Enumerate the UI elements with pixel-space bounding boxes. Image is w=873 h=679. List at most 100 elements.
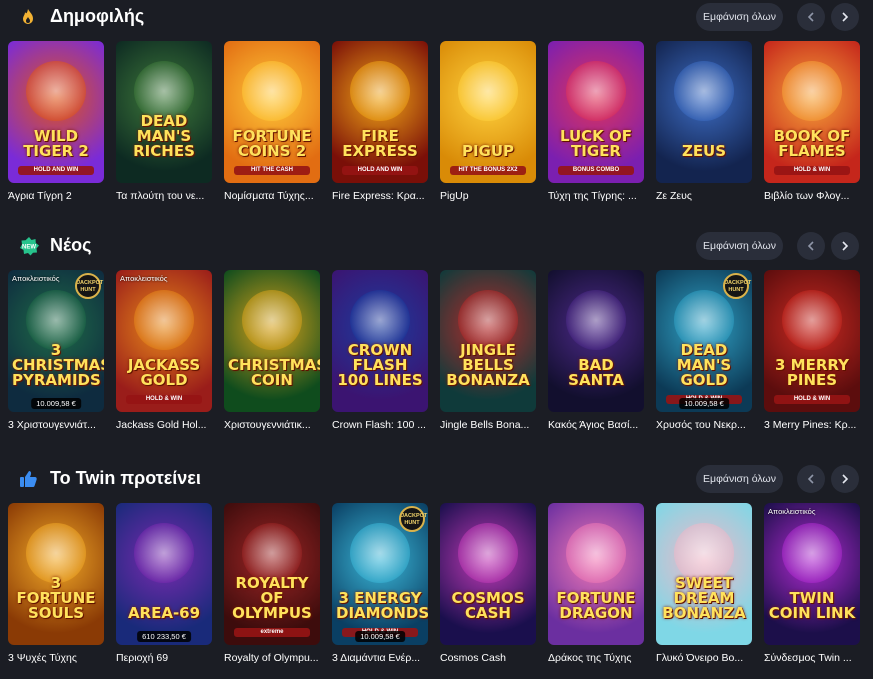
exclusive-badge: Αποκλειστικός — [120, 274, 168, 283]
game-title[interactable]: 3 Merry Pines: Κρ... — [764, 419, 864, 431]
game-card[interactable]: AREA-69 610 233,50 € Περιοχή 69 — [116, 503, 212, 664]
game-logo-tagline: HIT THE CASH — [234, 166, 310, 175]
game-thumbnail[interactable]: BAD SANTA — [548, 270, 644, 412]
game-title[interactable]: Δράκος της Τύχης — [548, 652, 648, 664]
game-card[interactable]: ZEUS Ζε Ζευς — [656, 41, 752, 202]
game-logo: 3 ENERGY DIAMONDS — [336, 589, 428, 622]
game-thumbnail[interactable]: 3 ENERGY DIAMONDSHOLD & WINJACKPOT HUNT1… — [332, 503, 428, 645]
game-card[interactable]: WILD TIGER 2 HOLD AND WIN Άγρια Τίγρη 2 — [8, 41, 104, 202]
game-card[interactable]: FORTUNE COINS 2 HIT THE CASH Νομίσματα Τύχ… — [224, 41, 320, 202]
game-card[interactable]: BAD SANTA Κακός Άγιος Βασί... — [548, 270, 644, 431]
game-thumbnail[interactable]: 3 FORTUNE SOULS — [8, 503, 104, 645]
game-card[interactable]: JACKASS GOLD HOLD & WIN Αποκλειστικός Jacka… — [116, 270, 212, 431]
game-title[interactable]: Νομίσματα Τύχης... — [224, 190, 324, 202]
next-button[interactable] — [831, 465, 859, 493]
game-title[interactable]: Τα πλούτη του νε... — [116, 190, 216, 202]
game-card[interactable]: ROYALTY OF OLYMPUS extreme Royalty of Olym… — [224, 503, 320, 664]
show-all-button[interactable]: Εμφάνιση όλων — [696, 232, 783, 260]
game-logo: SWEET DREAM BONANZA — [662, 574, 746, 622]
jackpot-amount: 10.009,58 € — [679, 398, 729, 409]
game-title[interactable]: Τύχη της Τίγρης: ... — [548, 190, 648, 202]
game-title[interactable]: Κακός Άγιος Βασί... — [548, 419, 648, 431]
games-section: Το Twin προτείνει Εμφάνιση όλων 3 FORTUNE … — [0, 462, 873, 679]
game-logo: PIGUP — [461, 142, 515, 160]
game-card[interactable]: PIGUP HIT THE BONUS 2X2 PigUp — [440, 41, 536, 202]
game-thumbnail[interactable]: 3 CHRISTMAS PYRAMIDS Αποκλειστικός JACKPOT… — [8, 270, 104, 412]
game-card[interactable]: DEAD MAN'S GOLDHOLD & WINJACKPOT HUNT10.… — [656, 270, 752, 431]
jackpot-amount: 10.009,58 € — [355, 631, 405, 642]
game-card[interactable]: JINGLE BELLS BONANZA Jingle Bells Bona... — [440, 270, 536, 431]
game-title[interactable]: Άγρια Τίγρη 2 — [8, 190, 108, 202]
game-title[interactable]: 3 Χριστουγεννιάτ... — [8, 419, 108, 431]
next-button[interactable] — [831, 232, 859, 260]
game-thumbnail[interactable]: DEAD MAN'S RICHES — [116, 41, 212, 183]
game-thumbnail[interactable]: ZEUS — [656, 41, 752, 183]
game-title[interactable]: Royalty of Olympu... — [224, 652, 324, 664]
game-thumbnail[interactable]: ROYALTY OF OLYMPUS extreme — [224, 503, 320, 645]
game-card[interactable]: SWEET DREAM BONANZA Γλυκό Όνειρο Βο... — [656, 503, 752, 664]
chevron-right-icon — [842, 12, 849, 22]
game-logo-tagline: HOLD & WIN — [126, 395, 202, 404]
game-thumbnail[interactable]: JACKASS GOLD HOLD & WIN Αποκλειστικός — [116, 270, 212, 412]
next-button[interactable] — [831, 3, 859, 31]
show-all-button[interactable]: Εμφάνιση όλων — [696, 3, 783, 31]
game-card[interactable]: TWIN COIN LINK Αποκλειστικός Σύνδεσμος Twi… — [764, 503, 860, 664]
game-thumbnail[interactable]: COSMOS CASH — [440, 503, 536, 645]
jackpot-hunt-badge: JACKPOT HUNT — [75, 273, 103, 299]
jackpot-amount: 10.009,58 € — [31, 398, 81, 409]
game-thumbnail[interactable]: BOOK OF FLAMES HOLD & WIN — [764, 41, 860, 183]
game-thumbnail[interactable]: FORTUNE COINS 2 HIT THE CASH — [224, 41, 320, 183]
game-title[interactable]: Χρυσός του Νεκρ... — [656, 419, 756, 431]
game-card[interactable]: CHRISTMAS COIN Χριστουγεννιάτικ... — [224, 270, 320, 431]
game-card[interactable]: 3 FORTUNE SOULS 3 Ψυχές Τύχης — [8, 503, 104, 664]
game-card[interactable]: COSMOS CASH Cosmos Cash — [440, 503, 536, 664]
game-title[interactable]: Ζε Ζευς — [656, 190, 756, 202]
game-title[interactable]: Crown Flash: 100 ... — [332, 419, 432, 431]
section-title: Δημοφιλής — [50, 6, 145, 26]
game-card[interactable]: LUCK OF TIGER BONUS COMBO Τύχη της Τίγρης:… — [548, 41, 644, 202]
game-thumbnail[interactable]: TWIN COIN LINK Αποκλειστικός — [764, 503, 860, 645]
game-logo-tagline: HOLD & WIN — [774, 395, 850, 404]
game-thumbnail[interactable]: CROWN FLASH 100 LINES — [332, 270, 428, 412]
game-title[interactable]: Βιβλίο των Φλογ... — [764, 190, 864, 202]
game-title[interactable]: Jingle Bells Bona... — [440, 419, 540, 431]
game-title[interactable]: Jackass Gold Hol... — [116, 419, 216, 431]
svg-text:NEW: NEW — [22, 245, 36, 251]
game-title[interactable]: Cosmos Cash — [440, 652, 540, 664]
section-header: Το Twin προτείνει Εμφάνιση όλων — [0, 462, 873, 496]
game-thumbnail[interactable]: DEAD MAN'S GOLDHOLD & WINJACKPOT HUNT10.… — [656, 270, 752, 412]
game-title[interactable]: Χριστουγεννιάτικ... — [224, 419, 324, 431]
game-logo: LUCK OF TIGER — [559, 127, 633, 160]
game-card[interactable]: BOOK OF FLAMES HOLD & WIN Βιβλίο των Φλογ.… — [764, 41, 860, 202]
game-thumbnail[interactable]: FORTUNE DRAGON — [548, 503, 644, 645]
game-logo-tagline: HOLD AND WIN — [342, 166, 418, 175]
game-title[interactable]: Σύνδεσμος Twin ... — [764, 652, 864, 664]
previous-button[interactable] — [797, 232, 825, 260]
game-card[interactable]: DEAD MAN'S RICHES Τα πλούτη του νε... — [116, 41, 212, 202]
game-artwork — [134, 523, 194, 583]
game-thumbnail[interactable]: CHRISTMAS COIN — [224, 270, 320, 412]
game-card[interactable]: 3 CHRISTMAS PYRAMIDS Αποκλειστικός JACKPOT… — [8, 270, 104, 431]
game-card[interactable]: 3 MERRY PINES HOLD & WIN 3 Merry Pines: Κρ… — [764, 270, 860, 431]
game-thumbnail[interactable]: JINGLE BELLS BONANZA — [440, 270, 536, 412]
game-title[interactable]: Περιοχή 69 — [116, 652, 216, 664]
game-thumbnail[interactable]: LUCK OF TIGER BONUS COMBO — [548, 41, 644, 183]
game-card[interactable]: FORTUNE DRAGON Δράκος της Τύχης — [548, 503, 644, 664]
game-thumbnail[interactable]: SWEET DREAM BONANZA — [656, 503, 752, 645]
game-thumbnail[interactable]: WILD TIGER 2 HOLD AND WIN — [8, 41, 104, 183]
game-card[interactable]: CROWN FLASH 100 LINES Crown Flash: 100 ..… — [332, 270, 428, 431]
previous-button[interactable] — [797, 3, 825, 31]
show-all-button[interactable]: Εμφάνιση όλων — [696, 465, 783, 493]
game-title[interactable]: 3 Ψυχές Τύχης — [8, 652, 108, 664]
game-title[interactable]: Fire Express: Κρα... — [332, 190, 432, 202]
game-title[interactable]: Γλυκό Όνειρο Βο... — [656, 652, 756, 664]
game-card[interactable]: 3 ENERGY DIAMONDSHOLD & WINJACKPOT HUNT1… — [332, 503, 428, 664]
game-thumbnail[interactable]: AREA-69 610 233,50 € — [116, 503, 212, 645]
game-thumbnail[interactable]: FIRE EXPRESS HOLD AND WIN — [332, 41, 428, 183]
game-thumbnail[interactable]: 3 MERRY PINES HOLD & WIN — [764, 270, 860, 412]
previous-button[interactable] — [797, 465, 825, 493]
game-title[interactable]: PigUp — [440, 190, 540, 202]
game-thumbnail[interactable]: PIGUP HIT THE BONUS 2X2 — [440, 41, 536, 183]
game-title[interactable]: 3 Διαμάντια Ενέρ... — [332, 652, 432, 664]
game-card[interactable]: FIRE EXPRESS HOLD AND WIN Fire Express: Κρ… — [332, 41, 428, 202]
